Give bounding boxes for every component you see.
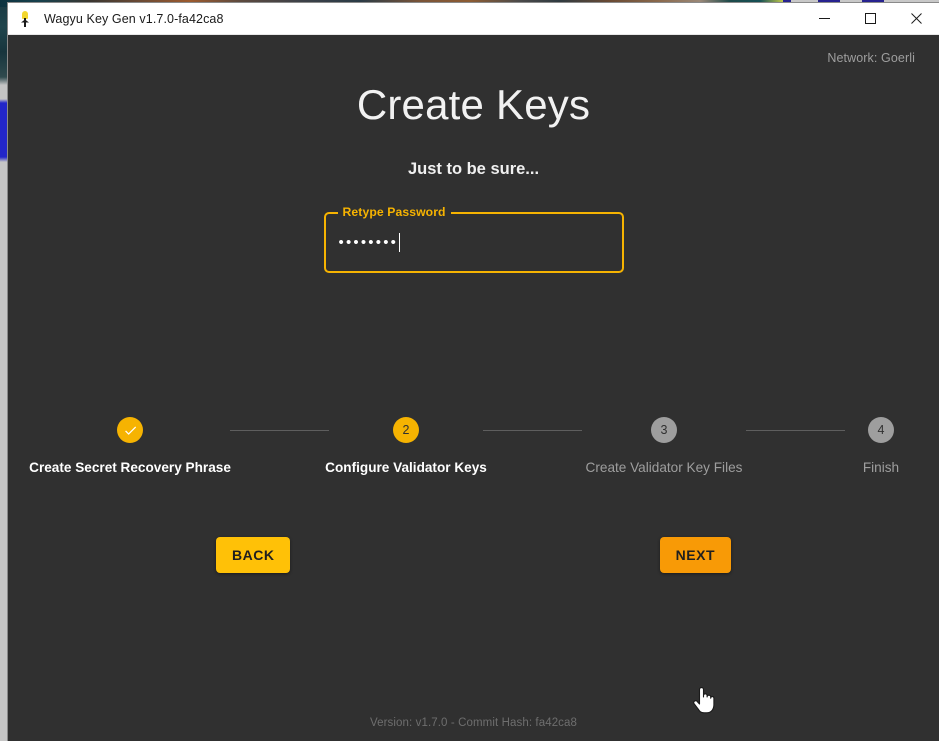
page-title: Create Keys [356,81,591,128]
check-icon [117,417,143,444]
stepper-label-2: Configure Validator Keys [325,460,487,476]
title-bar[interactable]: Wagyu Key Gen v1.7.0-fa42ca8 [8,3,939,35]
stepper-step-4[interactable]: 4 Finish [845,417,917,475]
text-caret [399,233,401,253]
wizard-actions: BACK NEXT [8,537,939,574]
retype-password-value: •••••••• [339,214,401,271]
page-header: Create Keys Just to be sure... Retype Pa… [8,35,939,274]
network-label: Network: Goerli [827,51,915,65]
next-button[interactable]: NEXT [659,537,731,574]
wagyu-logo-icon [17,10,33,27]
retype-password-input[interactable]: Retype Password •••••••• [323,205,624,274]
page-subtitle: Just to be sure... [407,160,540,179]
close-icon[interactable] [893,3,939,35]
stepper-step-1[interactable]: Create Secret Recovery Phrase [29,417,231,476]
stepper-label-3: Create Validator Key Files [585,460,743,476]
stepper-connector [230,430,329,432]
back-button[interactable]: BACK [216,537,291,574]
window-controls [801,3,939,35]
stepper-connector [483,430,582,432]
app-content: Network: Goerli Create Keys Just to be s… [8,35,939,741]
mouse-cursor-pointer [691,685,717,715]
retype-password-field-wrapper[interactable]: Retype Password •••••••• [323,205,624,274]
application-window: Wagyu Key Gen v1.7.0-fa42ca8 Network: Go… [8,3,939,741]
version-footer: Version: v1.7.0 - Commit Hash: fa42ca8 [369,717,578,729]
stepper-label-4: Finish [862,460,900,476]
stepper-number-3: 3 [651,417,677,444]
stepper-number-4: 4 [868,417,894,444]
stepper-connector [746,430,845,432]
window-title: Wagyu Key Gen v1.7.0-fa42ca8 [44,11,224,26]
desktop-left-strip [0,7,8,741]
stepper-label-1: Create Secret Recovery Phrase [29,460,231,476]
minimize-icon[interactable] [801,3,847,35]
maximize-icon[interactable] [847,3,893,35]
wizard-stepper: Create Secret Recovery Phrase 2 Configur… [8,417,939,475]
stepper-number-2: 2 [393,417,419,444]
stepper-step-2[interactable]: 2 Configure Validator Keys [325,417,487,475]
stepper-step-3[interactable]: 3 Create Validator Key Files [582,417,746,475]
desktop-bottom-left-strip [0,723,8,741]
password-masked-text: •••••••• [338,234,399,252]
